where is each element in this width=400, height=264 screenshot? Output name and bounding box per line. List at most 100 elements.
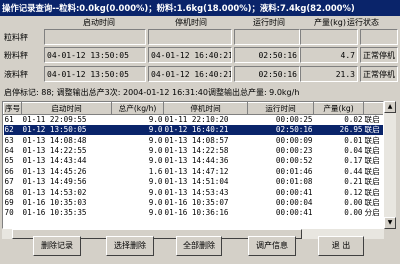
exit-button[interactable]: 退 出 — [318, 236, 364, 256]
table-cell: 68 — [4, 187, 14, 197]
table-cell: 01-13 14:53:02 — [22, 187, 87, 197]
table-cell: 9.0 — [148, 115, 163, 124]
table-cell: 01-13 14:49:56 — [22, 177, 87, 187]
header-run-state: 运行状态 — [347, 18, 379, 27]
table-cell: 01-13 14:53:43 — [164, 187, 229, 197]
table-cell: 00:00:41 — [275, 187, 313, 197]
table-cell: 01-13 14:51:04 — [164, 177, 229, 187]
table-cell: 64 — [4, 145, 14, 155]
scale-run-state — [360, 29, 398, 45]
column-header[interactable]: 停机时间 — [163, 102, 248, 115]
scale-output: 21.3 — [300, 66, 358, 82]
table-cell: 0.04 — [344, 145, 363, 155]
table-cell: 联启 — [364, 156, 380, 166]
select-delete-button[interactable]: 选择删除 — [106, 236, 154, 256]
table-cell: 66 — [4, 166, 14, 176]
table-cell: 01-11 22:10:20 — [164, 115, 229, 124]
table-cell: 联启 — [364, 197, 380, 207]
table-row[interactable]: 70 01-16 10:35:35 9.0 01-16 10:36:16 00:00:4… — [4, 208, 384, 218]
scale-run-time — [234, 29, 300, 45]
table-cell: 00:01:46 — [275, 166, 313, 176]
table-cell: 9.0 — [148, 187, 163, 197]
scale-run-state: 正常停机 — [360, 66, 398, 82]
column-header[interactable]: 总产(kg/h) — [111, 102, 164, 115]
table-cell: 0.01 — [344, 135, 363, 145]
table-cell: 61 — [4, 115, 14, 124]
table-cell: 67 — [4, 177, 14, 187]
column-header[interactable]: 产量(kg) — [313, 102, 364, 115]
table-cell: 01-13 14:44:36 — [164, 156, 229, 166]
delete-record-button[interactable]: 删除记录 — [33, 236, 81, 256]
table-row[interactable]: 69 01-16 10:35:03 9.0 01-16 10:35:07 00:00:0… — [4, 197, 384, 208]
table-row[interactable]: 64 01-13 14:22:55 9.0 01-13 14:22:58 00:00:2… — [4, 145, 384, 156]
header-start-time: 启动时间 — [83, 18, 115, 27]
table-row[interactable]: 61 01-11 22:09:55 9.0 01-11 22:10:20 00:00:2… — [4, 115, 384, 126]
scale-start-time: 04-01-12 13:50:05 — [44, 47, 146, 63]
scroll-down-icon[interactable]: ▼ — [384, 217, 396, 229]
adjust-info-button[interactable]: 调产信息 — [248, 236, 296, 256]
table-cell: 26.95 — [313, 125, 364, 136]
table-cell: 01-12 13:50:05 — [21, 125, 112, 136]
table-cell: 01-12 16:40:21 — [163, 125, 248, 136]
table-cell: 分启 — [364, 208, 380, 218]
table-cell: 联启 — [364, 177, 380, 187]
table-cell: 0.02 — [344, 115, 363, 124]
table-row[interactable]: 67 01-13 14:49:56 9.0 01-13 14:51:04 00:01:0… — [4, 177, 384, 187]
scale-stop-time — [148, 29, 232, 45]
column-header[interactable] — [363, 102, 383, 115]
record-grid[interactable]: 序号 启动时间 总产(kg/h) 停机时间 运行时间 产量(kg) 61 01-11 22:… — [2, 101, 384, 229]
scale-output: 4.7 — [300, 47, 358, 63]
scale-start-time — [44, 29, 146, 45]
table-cell: 01-13 14:43:44 — [22, 156, 87, 166]
window-title: 操作记录查询--粒料:0.0kg(0.000%)；粉料:1.6kg(18.000… — [0, 0, 400, 16]
table-cell: 00:00:09 — [275, 135, 313, 145]
table-cell: 9.0 — [148, 145, 163, 155]
info-line: 启停标记: 88; 调整输出总产3次: 2004-01-12 16:31:40调… — [4, 88, 300, 97]
scale-stop-time: 04-01-12 16:40:21 — [148, 66, 232, 82]
table-cell: 9.0 — [148, 197, 163, 207]
table-cell: 9.0 — [111, 125, 164, 136]
table-row[interactable]: 63 01-13 14:08:48 9.0 01-13 14:08:57 00:00:0… — [4, 135, 384, 145]
table-cell: 62 — [3, 125, 22, 136]
scale-start-time: 04-01-12 13:50:05 — [44, 66, 146, 82]
record-table: 序号 启动时间 总产(kg/h) 停机时间 运行时间 产量(kg) 61 01-11 22:… — [3, 102, 384, 219]
table-cell: 联启 — [364, 135, 380, 145]
table-cell: 0.21 — [344, 177, 363, 187]
table-cell: 9.0 — [148, 208, 163, 218]
table-cell: 0.00 — [344, 208, 363, 218]
scale-run-time: 02:50:16 — [234, 66, 300, 82]
table-row[interactable]: 66 01-13 14:45:26 1.6 01-13 14:47:12 00:01:4… — [4, 166, 384, 177]
column-header[interactable]: 启动时间 — [21, 102, 112, 115]
table-cell: 01-16 10:36:16 — [164, 208, 229, 218]
table-cell: 联启 — [364, 166, 380, 176]
table-cell: 70 — [4, 208, 14, 218]
table-cell: 01-16 10:35:35 — [22, 208, 87, 218]
table-cell: 9.0 — [148, 135, 163, 145]
table-cell: 00:00:04 — [275, 197, 313, 207]
table-cell: 63 — [4, 135, 14, 145]
table-row[interactable]: 68 01-13 14:53:02 9.0 01-13 14:53:43 00:00:4… — [4, 187, 384, 197]
table-cell: 联启 — [363, 125, 383, 136]
table-cell: 00:00:25 — [275, 115, 313, 124]
table-cell: 65 — [4, 156, 14, 166]
table-cell: 联启 — [364, 115, 380, 124]
delete-all-button[interactable]: 全部删除 — [176, 236, 222, 256]
scroll-up-icon[interactable]: ▲ — [384, 101, 396, 113]
table-cell: 联启 — [364, 145, 380, 155]
table-row[interactable]: 65 01-13 14:43:44 9.0 01-13 14:44:36 00:00:5… — [4, 156, 384, 166]
scale-run-time: 02:50:16 — [234, 47, 300, 63]
table-cell: 01-11 22:09:55 — [22, 115, 87, 124]
table-cell: 02:50:16 — [247, 125, 314, 136]
header-run-time: 运行时间 — [253, 18, 285, 27]
column-header[interactable]: 序号 — [3, 102, 22, 115]
table-cell: 联启 — [364, 187, 380, 197]
table-cell: 01-13 14:08:48 — [22, 135, 87, 145]
table-row[interactable]: 62 01-12 13:50:05 9.0 01-12 16:40:21 02:50:1… — [3, 125, 383, 136]
table-cell: 01-16 10:35:03 — [22, 197, 87, 207]
table-cell: 00:00:41 — [275, 208, 313, 218]
scale-run-state: 正常停机 — [360, 47, 398, 63]
vertical-scrollbar[interactable]: ▲ ▼ — [384, 101, 396, 229]
table-cell: 00:00:23 — [275, 145, 313, 155]
column-header[interactable]: 运行时间 — [247, 102, 314, 115]
table-cell: 01-13 14:45:26 — [22, 166, 87, 176]
